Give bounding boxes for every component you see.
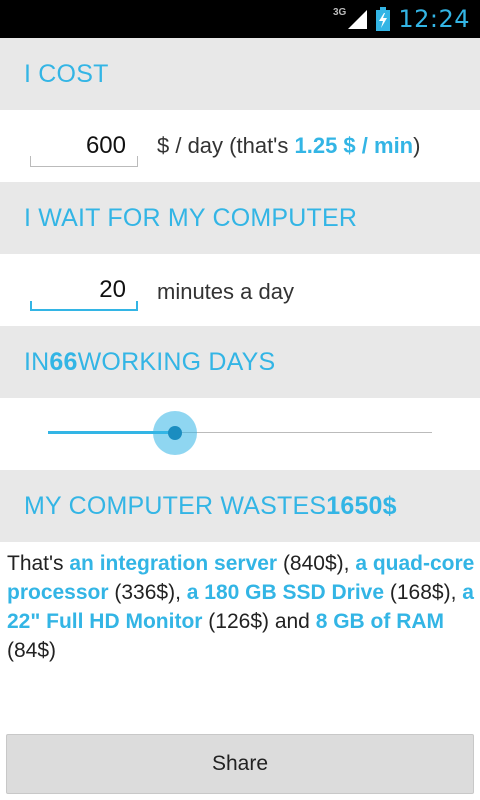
summary-price-2: (336$), — [108, 581, 187, 604]
cost-header-text: I COST — [24, 59, 109, 88]
days-header-prefix: IN — [24, 347, 50, 376]
wait-suffix: minutes a day — [157, 279, 294, 304]
summary-price-3: (168$), — [384, 581, 463, 604]
cost-input-underline — [30, 156, 138, 167]
summary-price-5: (84$) — [7, 639, 57, 662]
summary-item-integration-server: an integration server — [69, 552, 278, 575]
cost-suffix: $ / day (that's 1.25 $ / min) — [157, 131, 420, 161]
status-bar: 3G 12:24 — [0, 0, 480, 38]
clock: 12:24 — [398, 5, 470, 33]
wait-row: 20 minutes a day — [0, 254, 480, 326]
cost-row: 600 $ / day (that's 1.25 $ / min) — [0, 110, 480, 182]
wait-input-underline — [30, 301, 138, 311]
cost-suffix-prefix: $ / day (that's — [157, 133, 295, 158]
working-days-count: 66 — [49, 347, 78, 376]
days-header-suffix: WORKING DAYS — [77, 347, 276, 376]
cost-per-minute: 1.25 $ / min — [294, 133, 414, 158]
summary-intro: That's — [7, 552, 70, 575]
wasted-amount: 1650$ — [326, 491, 397, 520]
summary-item-ssd: a 180 GB SSD Drive — [186, 581, 385, 604]
cost-section-header: I COST — [0, 38, 480, 110]
cost-per-day-input[interactable]: 600 — [30, 131, 138, 167]
cost-per-day-value: 600 — [85, 132, 126, 159]
battery-charging-icon — [376, 7, 391, 31]
cost-suffix-end: ) — [413, 133, 421, 158]
signal-icon — [348, 10, 368, 29]
summary-item-ram: 8 GB of RAM — [315, 610, 445, 633]
wait-minutes-value: 20 — [99, 276, 126, 303]
waste-header-prefix: MY COMPUTER WASTES — [24, 491, 327, 520]
days-section-header: IN 66 WORKING DAYS — [0, 326, 480, 398]
slider-thumb[interactable] — [167, 426, 182, 440]
network-type-label: 3G — [332, 6, 347, 18]
summary-price-4: (126$) and — [202, 610, 316, 633]
waste-summary: That's an integration server (840$), a q… — [7, 549, 477, 665]
wait-header-text: I WAIT FOR MY COMPUTER — [24, 203, 358, 232]
wait-section-header: I WAIT FOR MY COMPUTER — [0, 182, 480, 254]
wait-minutes-input[interactable]: 20 — [30, 275, 138, 311]
share-button[interactable]: Share — [6, 734, 474, 794]
waste-section-header: MY COMPUTER WASTES 1650$ — [0, 470, 480, 542]
summary-price-1: (840$), — [277, 552, 356, 575]
status-bar-right: 3G 12:24 — [333, 0, 470, 38]
share-button-label: Share — [211, 752, 269, 775]
